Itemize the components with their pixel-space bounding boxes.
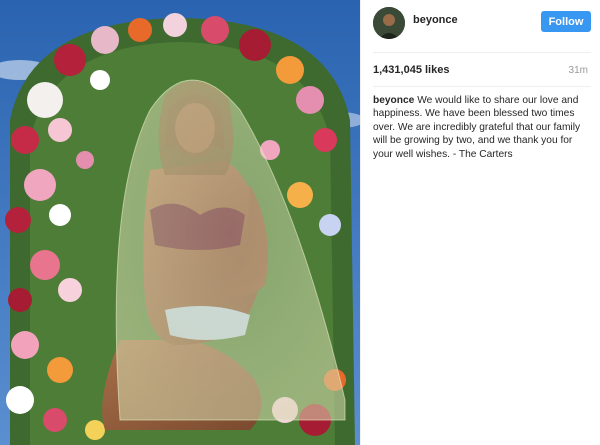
instagram-post: beyonce Follow 1,431,045 likes 31m beyon… xyxy=(0,0,600,445)
caption-username[interactable]: beyonce xyxy=(373,95,414,106)
post-caption: beyonce We would like to share our love … xyxy=(373,94,589,161)
photo-illustration xyxy=(0,0,360,445)
header-divider xyxy=(373,52,591,53)
post-photo[interactable] xyxy=(0,0,360,445)
username[interactable]: beyonce xyxy=(413,14,458,26)
likes-count[interactable]: 1,431,045 likes xyxy=(373,64,449,76)
post-header: beyonce Follow xyxy=(361,0,600,46)
likes-divider xyxy=(373,86,591,87)
post-sidebar: beyonce Follow 1,431,045 likes 31m beyon… xyxy=(360,0,600,445)
follow-button[interactable]: Follow xyxy=(541,11,591,32)
avatar[interactable] xyxy=(373,7,405,39)
profile-photo-icon xyxy=(373,7,405,39)
post-time[interactable]: 31m xyxy=(569,65,588,76)
